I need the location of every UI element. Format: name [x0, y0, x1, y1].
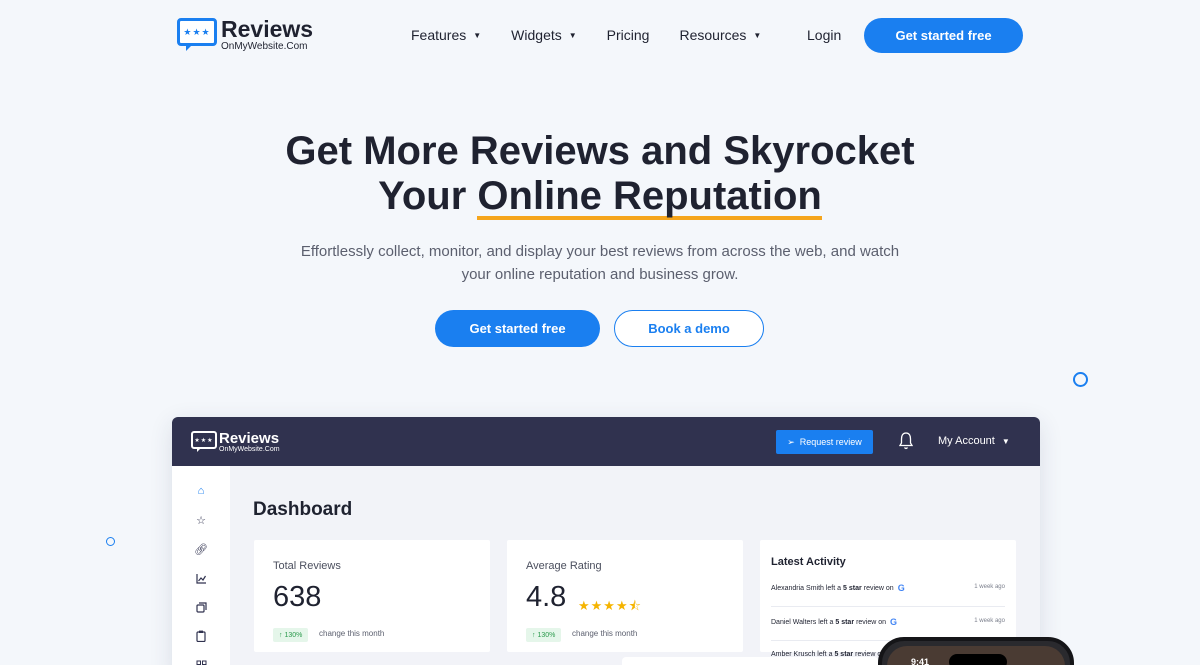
request-review-button[interactable]: ➢ Request review [776, 430, 873, 454]
activity-suffix: review on [863, 584, 894, 592]
decorative-circle [106, 537, 115, 546]
logo-speech-bubble-icon: ★★★ [177, 18, 217, 51]
dashboard-preview: ★★★ Reviews OnMyWebsite.Com ➢ Request re… [172, 417, 1040, 665]
logo-stars: ★★★ [183, 26, 211, 37]
activity-row[interactable]: Alexandria Smith left a 5 star review on… [771, 573, 1005, 607]
grid-icon[interactable] [194, 658, 208, 665]
dashboard-main: Dashboard Total Reviews 638 ↑ 130% chang… [230, 466, 1040, 665]
activity-stars: 5 star [835, 618, 855, 626]
caret-down-icon: ▼ [753, 30, 762, 40]
caret-down-icon: ▼ [473, 30, 482, 40]
phone-notch [949, 654, 1007, 665]
logo-subtitle: OnMyWebsite.Com [221, 41, 308, 52]
change-value: 130% [284, 631, 303, 639]
site-logo[interactable]: ★★★ Reviews OnMyWebsite.Com [177, 18, 313, 52]
menu-item-pricing[interactable]: Pricing [607, 27, 650, 43]
my-account-menu[interactable]: My Account ▼ [938, 435, 1010, 447]
average-rating-label: Average Rating [526, 560, 602, 572]
hero-title-prefix: Your [378, 174, 467, 218]
total-reviews-value: 638 [273, 581, 322, 613]
top-navigation: ★★★ Reviews OnMyWebsite.Com Features ▼ Wi… [0, 0, 1200, 72]
request-review-label: Request review [799, 437, 862, 447]
phone-screen: 9:41 [887, 646, 1065, 665]
total-reviews-card: Total Reviews 638 ↑ 130% change this mon… [254, 540, 490, 652]
phone-mockup: 9:41 [878, 637, 1074, 665]
menu-item-widgets[interactable]: Widgets ▼ [511, 27, 577, 43]
change-note: change this month [319, 629, 385, 638]
phone-time: 9:41 [911, 657, 930, 665]
main-menu: Features ▼ Widgets ▼ Pricing Resources ▼ [411, 27, 791, 43]
home-icon[interactable]: ⌂ [194, 484, 208, 498]
hero-title-line-1: Get More Reviews and Skyrocket [285, 129, 915, 173]
get-started-button[interactable]: Get started free [435, 310, 600, 347]
widgets-icon[interactable] [194, 600, 208, 614]
hero-title-highlight: Online Reputation [477, 174, 822, 220]
google-icon: G [890, 617, 898, 627]
caret-down-icon: ▼ [568, 30, 577, 40]
dashboard-logo-subtitle: OnMyWebsite.Com [219, 446, 280, 453]
star-icon[interactable]: ☆ [194, 513, 208, 527]
chart-icon[interactable] [194, 571, 208, 585]
book-demo-button[interactable]: Book a demo [614, 310, 764, 347]
latest-activity-title: Latest Activity [771, 556, 846, 568]
google-icon: G [897, 583, 905, 593]
latest-activity-card: Latest Activity Alexandria Smith left a … [760, 540, 1016, 658]
average-rating-card: Average Rating 4.8 ★★★★⯪ ↑ 130% change t… [507, 540, 743, 652]
activity-row[interactable]: Daniel Walters left a 5 star review on G… [771, 607, 1005, 641]
dashboard-logo: ★★★ Reviews OnMyWebsite.Com [191, 431, 280, 453]
floating-card [622, 657, 878, 665]
logo-speech-bubble-icon: ★★★ [191, 431, 217, 452]
decorative-circle [1073, 372, 1088, 387]
menu-item-label: Resources [679, 27, 747, 43]
total-reviews-label: Total Reviews [273, 560, 341, 572]
menu-item-label: Pricing [606, 27, 650, 43]
change-note: change this month [572, 629, 638, 638]
activity-time: 1 week ago [974, 584, 1005, 590]
logo-stars: ★★★ [194, 437, 214, 444]
clipboard-icon[interactable] [194, 629, 208, 643]
average-rating-value: 4.8 [526, 581, 567, 613]
link-icon[interactable]: 🔗︎ [194, 542, 208, 556]
rating-stars: ★★★★⯪ [578, 598, 642, 613]
caret-down-icon: ▼ [1001, 436, 1010, 446]
get-started-nav-button[interactable]: Get started free [864, 18, 1023, 53]
menu-item-resources[interactable]: Resources ▼ [679, 27, 761, 43]
hero-title-line-2: Your Online Reputation [0, 173, 1200, 220]
menu-item-features[interactable]: Features ▼ [411, 27, 481, 43]
login-link[interactable]: Login [807, 27, 841, 43]
dashboard-sidebar: ⌂ ☆ 🔗︎ [172, 466, 230, 665]
paper-plane-icon: ➢ [787, 436, 795, 447]
menu-item-label: Widgets [511, 27, 562, 43]
activity-stars: 5 star [843, 584, 862, 592]
change-value: 130% [537, 631, 556, 639]
activity-time: 1 week ago [974, 618, 1005, 624]
change-badge: ↑ 130% [273, 628, 309, 642]
logo-title: Reviews [221, 16, 314, 42]
dashboard-logo-title: Reviews [219, 430, 280, 447]
my-account-label: My Account [938, 435, 995, 447]
activity-text: Alexandria Smith left a [771, 584, 842, 592]
menu-item-label: Features [411, 27, 467, 43]
dashboard-heading: Dashboard [253, 499, 353, 520]
change-badge: ↑ 130% [526, 628, 562, 642]
bell-icon[interactable] [899, 432, 913, 450]
dashboard-header: ★★★ Reviews OnMyWebsite.Com ➢ Request re… [172, 417, 1040, 466]
activity-text: Daniel Walters left a [771, 618, 834, 626]
hero-subtitle: Effortlessly collect, monitor, and displ… [300, 243, 900, 283]
activity-suffix: review on [856, 618, 887, 626]
